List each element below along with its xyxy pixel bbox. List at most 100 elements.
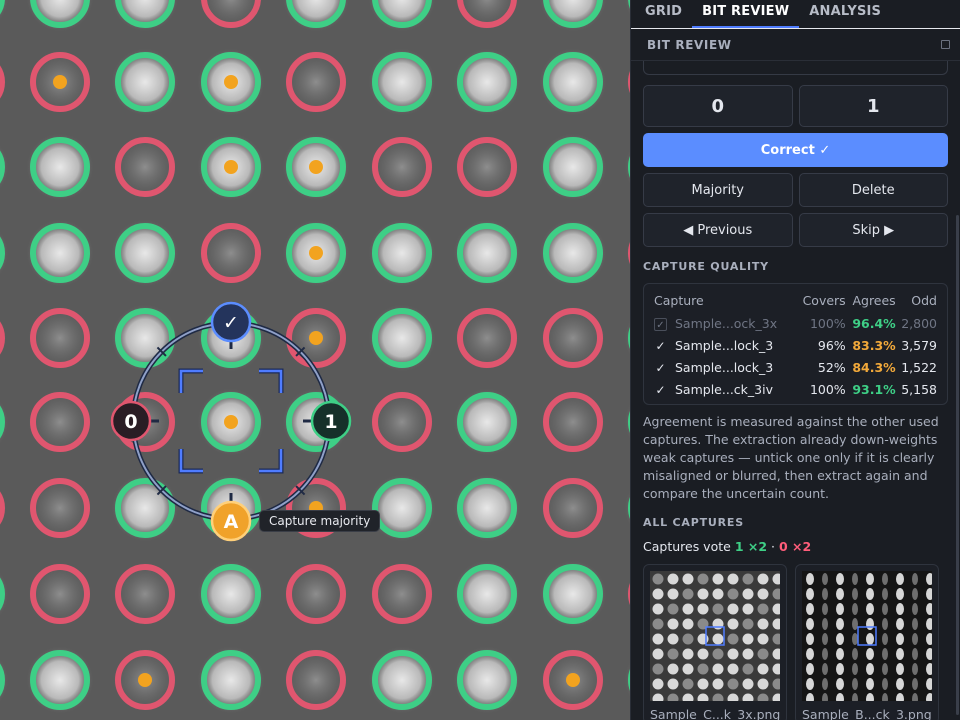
thumb-spot	[882, 633, 888, 645]
tab-analysis[interactable]: ANALYSIS	[799, 0, 891, 28]
thumb-spot	[667, 633, 679, 645]
thumb-spot	[822, 633, 828, 645]
thumb-spot	[806, 678, 814, 690]
capture-checkbox[interactable]: ✓	[654, 317, 667, 331]
capture-odd: 5,158	[901, 381, 937, 397]
thumb-spot	[757, 678, 769, 690]
grid-cell-spot	[453, 474, 521, 542]
majority-button[interactable]: Majority	[643, 173, 793, 207]
grid-cell-spot	[453, 133, 521, 201]
thumb-spot	[742, 618, 754, 630]
thumb-spot	[727, 603, 739, 615]
grid-cell-spot	[368, 48, 436, 116]
thumb-spot	[912, 678, 918, 690]
radial-one-button[interactable]: 1	[310, 400, 352, 442]
thumb-spot	[712, 618, 724, 630]
capture-agrees: 96.4%	[852, 315, 896, 331]
thumb-spot	[852, 648, 858, 660]
correct-button[interactable]: Correct ✓	[643, 133, 948, 167]
review-marker-dot	[224, 160, 238, 174]
capture-checkbox[interactable]: ✓	[654, 383, 667, 397]
thumb-spot	[742, 603, 754, 615]
thumb-spot	[757, 603, 769, 615]
thumb-spot	[727, 678, 739, 690]
side-panel: GRID BIT REVIEW ANALYSIS BIT REVIEW 0 1 …	[630, 0, 960, 720]
grid-cell-spot	[282, 646, 350, 714]
thumb-spot	[852, 678, 858, 690]
panel-scrollbar[interactable]	[956, 215, 959, 715]
review-marker-dot	[224, 75, 238, 89]
radial-zero-button-label: 0	[124, 411, 137, 433]
thumb-spot	[652, 648, 664, 660]
thumb-spot	[727, 663, 739, 675]
capture-name: Sample...ck_3iv	[675, 381, 773, 397]
thumb-spot	[852, 663, 858, 675]
thumb-spot	[882, 618, 888, 630]
thumb-spot	[742, 588, 754, 600]
cropped-field	[643, 61, 948, 75]
grid-cell-spot	[26, 219, 94, 287]
capture-checkbox[interactable]: ✓	[654, 339, 667, 353]
thumb-spot	[836, 678, 844, 690]
thumb-spot	[836, 633, 844, 645]
previous-button[interactable]: ◀ Previous	[643, 213, 793, 247]
thumb-spot	[652, 633, 664, 645]
grid-cell-spot	[539, 560, 607, 628]
radial-correct-button-label: ✓	[223, 312, 239, 334]
capture-odd: 1,522	[901, 359, 937, 375]
grid-cell-spot	[368, 474, 436, 542]
tab-bit-review[interactable]: BIT REVIEW	[692, 0, 800, 28]
thumb-spot	[866, 618, 874, 630]
thumb-spot	[667, 678, 679, 690]
radial-zero-button[interactable]: 0	[110, 400, 152, 442]
bit-review-content: 0 1 Correct ✓ Majority Delete ◀ Previous…	[631, 61, 960, 720]
grid-cell-spot	[539, 133, 607, 201]
bit-grid-svg[interactable]: ✓ 0 1 A	[0, 0, 630, 720]
table-row: ✓ Sample...lock_3 96% 83.3% 3,579	[654, 334, 937, 356]
review-marker-dot	[309, 160, 323, 174]
bit-one-button[interactable]: 1	[798, 85, 948, 127]
bit-zero-button[interactable]: 0	[643, 85, 793, 127]
thumb-spot	[667, 588, 679, 600]
thumb-spot	[712, 588, 724, 600]
capture-quality-label: CAPTURE QUALITY	[643, 260, 769, 273]
action-row-2: ◀ Previous Skip ▶	[643, 213, 948, 247]
capture-thumb[interactable]: Sample_C...k_3x.png	[643, 564, 787, 720]
table-row: ✓ Sample...lock_3 52% 84.3% 1,522	[654, 356, 937, 378]
thumb-spot	[806, 648, 814, 660]
popout-icon[interactable]	[941, 40, 950, 49]
skip-button[interactable]: Skip ▶	[798, 213, 948, 247]
thumb-spot	[682, 648, 694, 660]
grid-cell-spot	[197, 646, 265, 714]
agreement-note: Agreement is measured against the other …	[643, 414, 939, 501]
col-odd: Odd	[911, 293, 937, 308]
radial-majority-button[interactable]: A	[210, 500, 252, 542]
grid-cell-spot	[26, 133, 94, 201]
capture-agrees: 84.3%	[852, 359, 896, 375]
thumb-spot	[806, 603, 814, 615]
thumb-spot	[727, 588, 739, 600]
action-row-1: Majority Delete	[643, 173, 948, 207]
grid-cell-spot	[368, 219, 436, 287]
capture-odd: 2,800	[901, 315, 937, 331]
delete-button[interactable]: Delete	[798, 173, 948, 207]
thumb-spot	[852, 603, 858, 615]
bit-grid-canvas[interactable]: ✓ 0 1 A Capture majority	[0, 0, 630, 720]
thumb-spot	[742, 648, 754, 660]
grid-cell-spot	[453, 560, 521, 628]
thumb-spot	[912, 663, 918, 675]
thumb-spot	[682, 588, 694, 600]
thumb-spot	[806, 663, 814, 675]
thumb-spot	[682, 633, 694, 645]
review-marker-dot	[309, 246, 323, 260]
thumb-spot	[697, 678, 709, 690]
thumb-spot	[882, 648, 888, 660]
capture-odd: 3,579	[901, 337, 937, 353]
vote-one-count: 1 ×2	[734, 539, 768, 554]
capture-thumb[interactable]: Sample_B...ck_3.png	[795, 564, 939, 720]
grid-cell-spot	[453, 48, 521, 116]
radial-correct-button[interactable]: ✓	[210, 301, 252, 343]
review-marker-dot	[309, 331, 323, 345]
capture-checkbox[interactable]: ✓	[654, 361, 667, 375]
tab-grid[interactable]: GRID	[635, 0, 692, 28]
